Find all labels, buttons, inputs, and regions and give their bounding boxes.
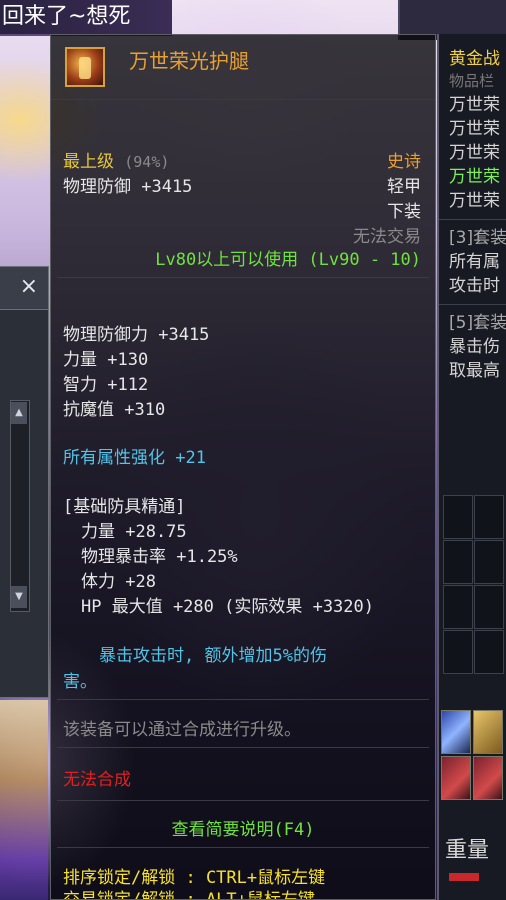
inventory-slot[interactable]: [474, 585, 504, 629]
scroll-down-icon[interactable]: ▼: [11, 586, 27, 608]
mastery-title: [基础防具精通]: [63, 497, 186, 517]
base-stat: 物理防御 +3415: [63, 177, 193, 197]
inventory-slot[interactable]: [443, 540, 473, 584]
set-item-line: 万世荣: [449, 95, 500, 115]
special-effect-line: 暴击攻击时, 额外增加5%的伤: [99, 646, 327, 666]
weight-bar: [449, 873, 479, 881]
divider: [57, 699, 429, 700]
inventory-icons: [441, 708, 506, 800]
item-slot-icon[interactable]: [473, 710, 503, 754]
brief-info-button[interactable]: 查看简要说明(F4): [51, 815, 435, 840]
inventory-slot[interactable]: [474, 540, 504, 584]
right-panel: 黄金战 物品栏 万世荣 万世荣 万世荣 万世荣 万世荣 [3]套装 所有属 攻击…: [437, 34, 506, 900]
mastery-stat: 体力 +28: [81, 572, 156, 592]
set5-line: 暴击伤: [449, 337, 500, 357]
stat-line: 智力 +112: [63, 375, 149, 395]
upgrade-note: 该装备可以通过合成进行升级。: [63, 720, 301, 740]
left-ornament: [0, 700, 48, 900]
weight-text: 重量: [445, 838, 490, 863]
close-icon[interactable]: ×: [20, 275, 38, 299]
item-tooltip: 万世荣光护腿 最上级 (94%) 史诗 物理防御 +3415 轻甲 下装 无法交…: [50, 34, 436, 900]
inventory-slot[interactable]: [443, 495, 473, 539]
right-panel-title: 黄金战: [449, 49, 500, 69]
base-stat-row: 物理防御 +3415 轻甲: [63, 172, 427, 197]
set3-line: 攻击时: [449, 276, 500, 296]
mastery-stat: 物理暴击率 +1.25%: [81, 547, 238, 567]
set-item-line-equipped: 万世荣: [449, 167, 500, 187]
tooltip-header: 万世荣光护腿: [51, 35, 435, 100]
stat-line: 物理防御力 +3415: [63, 325, 210, 345]
inventory-slot[interactable]: [443, 585, 473, 629]
top-banner: 回来了~想死: [0, 0, 172, 36]
item-name: 万世荣光护腿: [129, 49, 249, 73]
set-item-line: 万世荣: [449, 191, 500, 211]
divider: [57, 800, 429, 801]
trade-status: 无法交易: [353, 227, 421, 247]
stat-line: 力量 +130: [63, 350, 149, 370]
item-slot-icon[interactable]: [473, 756, 503, 800]
scroll-track[interactable]: [10, 400, 30, 612]
item-slot-icon[interactable]: [441, 710, 471, 754]
stat-line: 抗魔值 +310: [63, 400, 166, 420]
special-effect-line: 害。: [63, 672, 97, 692]
rarity: 史诗: [387, 152, 421, 172]
slot: 下装: [387, 202, 421, 222]
grade: 最上级: [63, 152, 114, 172]
divider: [57, 747, 429, 748]
grade-percent: (94%): [124, 153, 170, 171]
grade-row: 最上级 (94%) 史诗: [63, 147, 427, 172]
inventory-slot[interactable]: [474, 495, 504, 539]
inventory-slot[interactable]: [443, 630, 473, 674]
armor-type: 轻甲: [387, 177, 421, 197]
level-requirement: Lv80以上可以使用 (Lv90 - 10): [155, 250, 421, 270]
set-item-line: 万世荣: [449, 119, 500, 139]
all-attr-line: 所有属性强化 +21: [63, 448, 206, 468]
set3-title: [3]套装: [449, 228, 506, 248]
weight-label: 重量: [439, 832, 506, 889]
mastery-stat: HP 最大值 +280 (实际效果 +3320): [81, 597, 374, 617]
divider: [439, 304, 506, 305]
divider: [57, 847, 429, 848]
divider: [57, 277, 429, 278]
set5-title: [5]套装: [449, 313, 506, 333]
trade-lock-hint: 交易锁定/解锁 : ALT+鼠标左键: [63, 885, 427, 899]
cannot-synthesize: 无法合成: [63, 770, 131, 790]
set5-line: 取最高: [449, 361, 500, 381]
inventory-grid: [443, 494, 505, 674]
scroll-up-icon[interactable]: ▲: [11, 402, 27, 424]
set-item-line: 万世荣: [449, 143, 500, 163]
inventory-slot[interactable]: [474, 630, 504, 674]
right-panel-subtitle: 物品栏: [449, 72, 495, 90]
mastery-stat: 力量 +28.75: [81, 522, 187, 542]
divider: [439, 219, 506, 220]
leg-armor-icon: [65, 47, 105, 87]
set3-line: 所有属: [449, 252, 500, 272]
item-slot-icon[interactable]: [441, 756, 471, 800]
